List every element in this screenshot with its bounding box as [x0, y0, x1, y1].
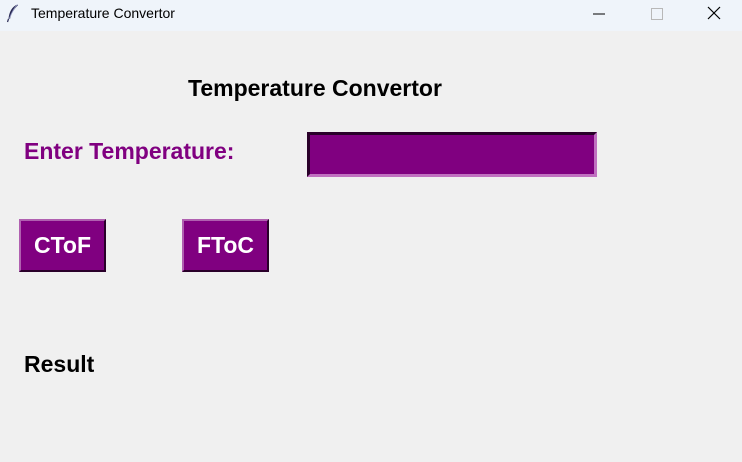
page-title: Temperature Convertor	[188, 75, 442, 101]
title-bar[interactable]: Temperature Convertor	[0, 0, 742, 31]
ftoc-button[interactable]: FToC	[182, 219, 269, 272]
minimize-button[interactable]	[576, 0, 622, 31]
minimize-icon	[593, 7, 605, 25]
temperature-input[interactable]	[307, 132, 597, 177]
close-button[interactable]	[691, 0, 737, 31]
temperature-prompt-label: Enter Temperature:	[24, 138, 235, 164]
maximize-button[interactable]	[634, 0, 680, 31]
maximize-icon	[651, 7, 663, 25]
ctof-button[interactable]: CToF	[19, 219, 106, 272]
window-title: Temperature Convertor	[31, 5, 175, 21]
close-icon	[707, 6, 721, 25]
feather-icon	[5, 3, 21, 23]
result-label: Result	[24, 351, 95, 377]
